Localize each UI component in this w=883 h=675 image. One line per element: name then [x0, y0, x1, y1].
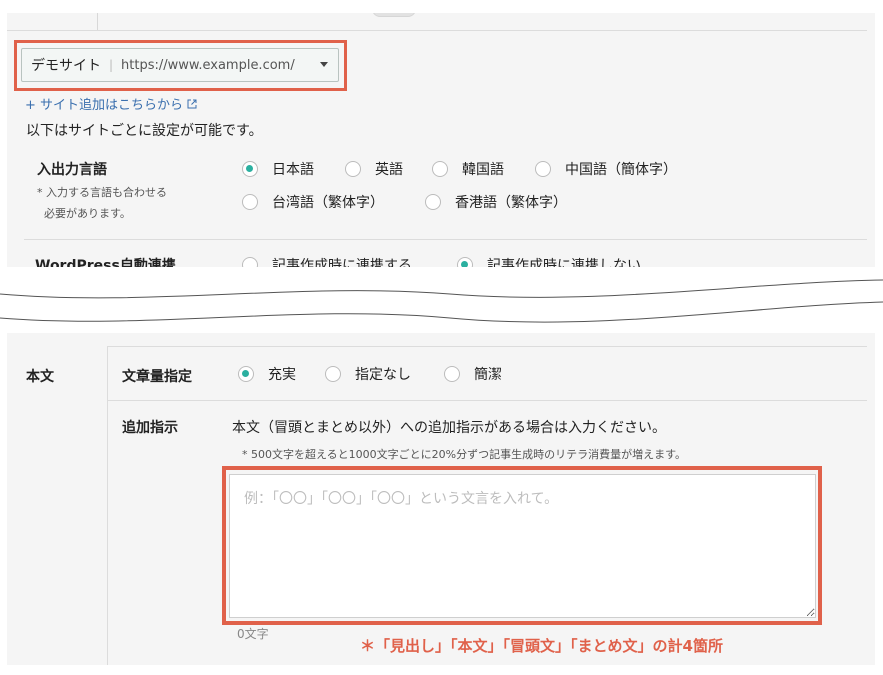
- radio-dot: [444, 366, 460, 382]
- volume-label: 文章量指定: [122, 369, 192, 385]
- radio-label: 記事作成時に連携しない: [487, 258, 641, 267]
- textarea-highlight: [222, 466, 822, 625]
- body-section-label: 本文: [26, 369, 54, 385]
- radio-volume-none[interactable]: 指定なし: [325, 364, 411, 384]
- divider: [107, 346, 108, 665]
- additional-note: * 500文字を超えると1000文字ごとに20%分ずつ記事生成時のリテラ消費量が…: [242, 448, 687, 461]
- clip-region: 記事作成時に連携する 記事作成時に連携しない: [0, 0, 883, 267]
- radio-wp-no-connect[interactable]: 記事作成時に連携しない: [457, 255, 641, 267]
- radio-label: 簡潔: [474, 367, 502, 383]
- radio-dot: [242, 257, 258, 267]
- radio-volume-full[interactable]: 充実: [238, 364, 296, 384]
- additional-instruction-textarea[interactable]: [229, 474, 816, 618]
- radio-dot: [325, 366, 341, 382]
- additional-label: 追加指示: [122, 420, 178, 436]
- section-break: [0, 279, 883, 323]
- char-count: 0文字: [237, 627, 269, 641]
- radio-dot: [238, 366, 254, 382]
- radio-label: 指定なし: [355, 367, 411, 383]
- radio-volume-short[interactable]: 簡潔: [444, 364, 502, 384]
- footnote: ＊「見出し」「本文」「冒頭文」「まとめ文」の計4箇所: [360, 637, 723, 655]
- additional-description: 本文（冒頭とまとめ以外）への追加指示がある場合は入力ください。: [232, 420, 666, 436]
- divider: [107, 400, 867, 401]
- radio-label: 記事作成時に連携する: [272, 258, 412, 267]
- radio-label: 充実: [268, 367, 296, 383]
- divider: [107, 346, 867, 347]
- radio-wp-connect[interactable]: 記事作成時に連携する: [242, 255, 412, 267]
- radio-dot: [457, 257, 473, 267]
